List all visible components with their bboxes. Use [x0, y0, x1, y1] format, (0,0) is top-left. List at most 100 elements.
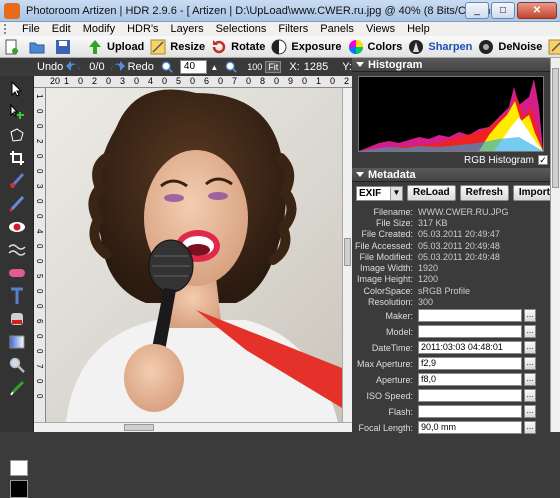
metadata-field-label: Focal Length: — [358, 422, 413, 433]
browse-button[interactable]: ... — [524, 405, 536, 419]
resize-button[interactable]: Resize — [147, 37, 208, 57]
upload-button[interactable]: Upload — [84, 37, 147, 57]
metadata-field-input[interactable] — [418, 309, 522, 323]
save-button[interactable] — [52, 37, 78, 57]
colors-button[interactable]: Colors — [345, 37, 406, 57]
reload-button[interactable]: ReLoad — [406, 185, 456, 201]
tool-lasso[interactable] — [6, 125, 28, 145]
rotate-button[interactable]: Rotate — [208, 37, 268, 57]
upload-label: Upload — [107, 40, 145, 53]
v-scroll-thumb[interactable] — [344, 238, 351, 266]
metadata-header[interactable]: Metadata — [352, 168, 560, 182]
histogram-mode-label: RGB Histogram — [463, 154, 534, 166]
tool-pointer[interactable] — [6, 79, 28, 99]
more-button[interactable]: H — [545, 37, 560, 57]
histogram-checkbox[interactable]: ✓ — [538, 155, 548, 165]
metadata-field-input[interactable]: f8,0 — [418, 373, 522, 387]
metadata-label: ColorSpace: — [363, 285, 413, 296]
tool-redeye[interactable] — [6, 217, 28, 237]
metadata-field-label: Max Aperture: — [356, 358, 413, 369]
menu-filters[interactable]: Filters — [272, 23, 314, 35]
metadata-field-input[interactable]: 2011:03:03 04:48:01 — [418, 341, 522, 355]
menu-panels[interactable]: Panels — [314, 23, 360, 35]
refresh-button[interactable]: Refresh — [459, 185, 509, 201]
browse-button[interactable]: ... — [524, 389, 536, 403]
zoom-100-label[interactable]: 100 — [244, 62, 265, 72]
maximize-button[interactable]: □ — [491, 2, 515, 19]
tool-fill[interactable] — [6, 309, 28, 329]
metadata-row: File Modified: 05.03.2011 20:49:48 — [352, 251, 560, 262]
fit-button[interactable]: Fit — [265, 61, 282, 73]
close-button[interactable]: ✕ — [517, 2, 557, 19]
ruler-tick-label: 0 — [190, 76, 196, 86]
metadata-label: File Modified: — [359, 251, 413, 262]
tool-eraser[interactable] — [6, 263, 28, 283]
menu-views[interactable]: Views — [360, 23, 401, 35]
metadata-label: File Size: — [375, 217, 413, 228]
menu-file[interactable]: File — [16, 23, 46, 35]
sharpen-button[interactable]: Sharpen — [405, 37, 475, 57]
ruler-tick-label: 4 — [148, 76, 154, 86]
browse-button[interactable]: ... — [524, 309, 536, 323]
browse-button[interactable]: ... — [524, 325, 536, 339]
browse-button[interactable]: ... — [524, 341, 536, 355]
zoom-out-button[interactable] — [221, 61, 244, 73]
tool-pencil[interactable] — [6, 194, 28, 214]
menu-selections[interactable]: Selections — [210, 23, 273, 35]
tool-brush[interactable] — [6, 171, 28, 191]
metadata-field-row: ISO Speed:... — [352, 388, 560, 404]
zoom-stepper[interactable]: ▲ — [207, 63, 221, 72]
metadata-field-label: ISO Speed: — [366, 390, 413, 401]
menu-grip[interactable] — [4, 24, 12, 34]
image-canvas[interactable] — [46, 88, 342, 422]
menu-edit[interactable]: Edit — [46, 23, 77, 35]
ruler-tick-label: 0 — [162, 76, 168, 86]
undo-button[interactable]: Undo — [34, 61, 86, 73]
browse-button[interactable]: ... — [524, 373, 536, 387]
metadata-field-input[interactable]: 90,0 mm — [418, 421, 522, 435]
open-folder-button[interactable] — [26, 37, 52, 57]
tool-zoom[interactable] — [6, 355, 28, 375]
metadata-field-input[interactable] — [418, 405, 522, 419]
exposure-button[interactable]: Exposure — [268, 37, 344, 57]
zoom-in-button[interactable] — [157, 61, 180, 73]
browse-button[interactable]: ... — [524, 421, 536, 435]
menu-layers[interactable]: Layers — [165, 23, 210, 35]
redo-button[interactable]: Redo — [108, 61, 157, 73]
new-file-button[interactable] — [0, 37, 26, 57]
metadata-field-input[interactable]: f2,9 — [418, 357, 522, 371]
metadata-field-input[interactable] — [418, 389, 522, 403]
denoise-button[interactable]: DeNoise — [475, 37, 545, 57]
tool-smudge[interactable] — [6, 240, 28, 260]
tool-text[interactable] — [6, 286, 28, 306]
zoom-input[interactable]: 40 — [179, 60, 208, 74]
horizontal-scrollbar[interactable] — [34, 422, 352, 432]
h-scroll-thumb[interactable] — [124, 424, 154, 431]
foreground-color-swatch[interactable] — [10, 480, 28, 498]
horizontal-ruler: 20 1 0 2 0 3 0 4 0 5 0 6 0 7 0 8 0 9 0 1 0 2 — [34, 76, 352, 88]
tool-move[interactable] — [6, 102, 28, 122]
minimize-button[interactable]: _ — [465, 2, 489, 19]
panel-scroll-thumb[interactable] — [552, 68, 559, 188]
eraser-icon — [9, 269, 25, 277]
background-color-swatch[interactable] — [10, 460, 28, 476]
tool-gradient[interactable] — [6, 332, 28, 352]
tool-crop[interactable] — [6, 148, 28, 168]
metadata-value: WWW.CWER.RU.JPG — [418, 206, 509, 217]
metadata-type-select[interactable]: EXIF ▼ — [356, 185, 403, 201]
tool-eyedropper[interactable] — [6, 378, 28, 398]
vertical-scrollbar[interactable] — [342, 88, 352, 422]
browse-button[interactable]: ... — [524, 357, 536, 371]
metadata-field-input[interactable] — [418, 325, 522, 339]
ruler-tick-label: 0 — [35, 349, 44, 354]
menu-help[interactable]: Help — [401, 23, 436, 35]
metadata-toolbar: EXIF ▼ ReLoad Refresh Import — [352, 182, 560, 204]
metadata-value: 1920 — [418, 263, 439, 274]
menu-modify[interactable]: Modify — [77, 23, 121, 35]
panel-scrollbar[interactable] — [550, 58, 560, 432]
zoom-out-icon — [225, 61, 238, 73]
rotate-icon — [212, 39, 226, 53]
menu-hdrs[interactable]: HDR's — [121, 23, 164, 35]
histogram-header[interactable]: Histogram — [352, 58, 560, 72]
metadata-field-label: DateTime: — [371, 342, 413, 353]
